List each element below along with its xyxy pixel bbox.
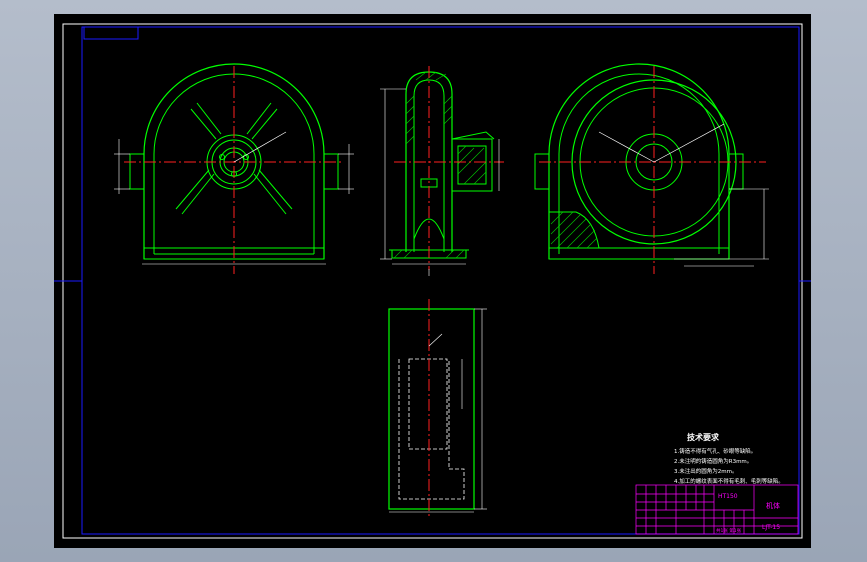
tech-requirements: 技术要求 1.铸造不得有气孔、砂眼等缺陷。 2.未注明的铸造圆角为R3mm。 3… [674,432,784,485]
tech-req-title: 技术要求 [687,432,720,442]
title-block-sheet: 共1张 第1张 [716,527,742,534]
tech-req-item-4: 4.加工的螺纹表面不得有毛刺、毛刺等缺陷。 [674,477,784,485]
title-block-drawing-no: LJT-15 [762,524,780,531]
detail-view [388,299,487,519]
drawing-canvas[interactable]: 技术要求 1.铸造不得有气孔、砂眼等缺陷。 2.未注明的铸造圆角为R3mm。 3… [54,14,811,548]
cad-viewport: 技术要求 1.铸造不得有气孔、砂眼等缺陷。 2.未注明的铸造圆角为R3mm。 3… [0,0,867,562]
title-block-material: HT150 [718,493,738,500]
rear-view [534,63,769,274]
tech-req-item-1: 1.铸造不得有气孔、砂眼等缺陷。 [674,447,756,455]
front-view [114,63,354,274]
corner-code-box [83,26,139,40]
title-block-part-name: 机体 [766,501,780,510]
tech-req-item-3: 3.未注出的圆角为2mm。 [674,467,737,475]
drawing-svg: 技术要求 1.铸造不得有气孔、砂眼等缺陷。 2.未注明的铸造圆角为R3mm。 3… [54,23,811,539]
tech-req-item-2: 2.未注明的铸造圆角为R3mm。 [674,457,752,465]
section-view [380,66,504,276]
inner-frame [81,26,800,535]
